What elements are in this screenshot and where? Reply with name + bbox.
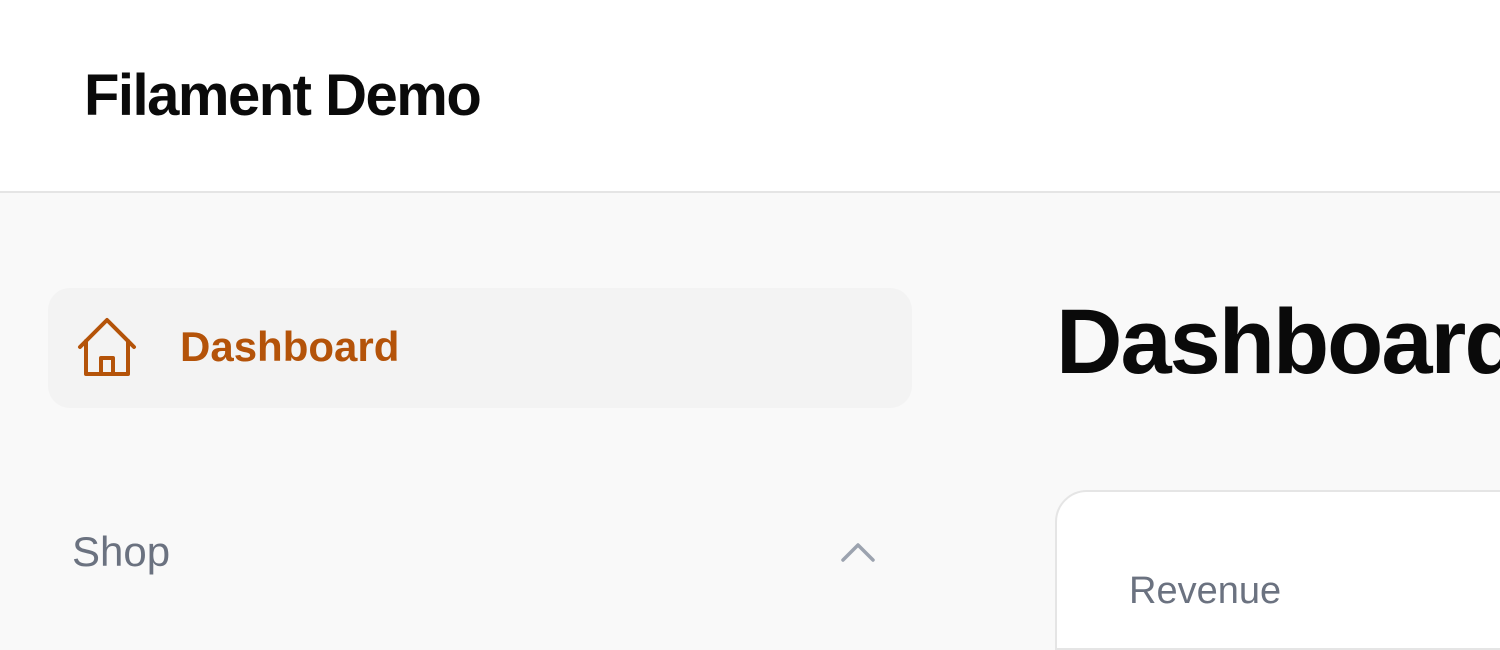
sidebar: Dashboard Shop [0, 193, 960, 600]
chevron-up-icon [841, 543, 875, 562]
app-title[interactable]: Filament Demo [84, 62, 482, 129]
topbar: Filament Demo [0, 0, 1500, 193]
revenue-widget: Revenue [1055, 490, 1500, 650]
widget-label: Revenue [1129, 570, 1282, 612]
sidebar-item-dashboard[interactable]: Dashboard [48, 288, 912, 408]
sidebar-group-shop[interactable]: Shop [48, 518, 912, 588]
sidebar-item-label: Dashboard [180, 323, 400, 370]
page-title: Dashboard [1056, 291, 1500, 393]
home-icon [78, 318, 136, 376]
sidebar-group-label: Shop [72, 528, 171, 575]
